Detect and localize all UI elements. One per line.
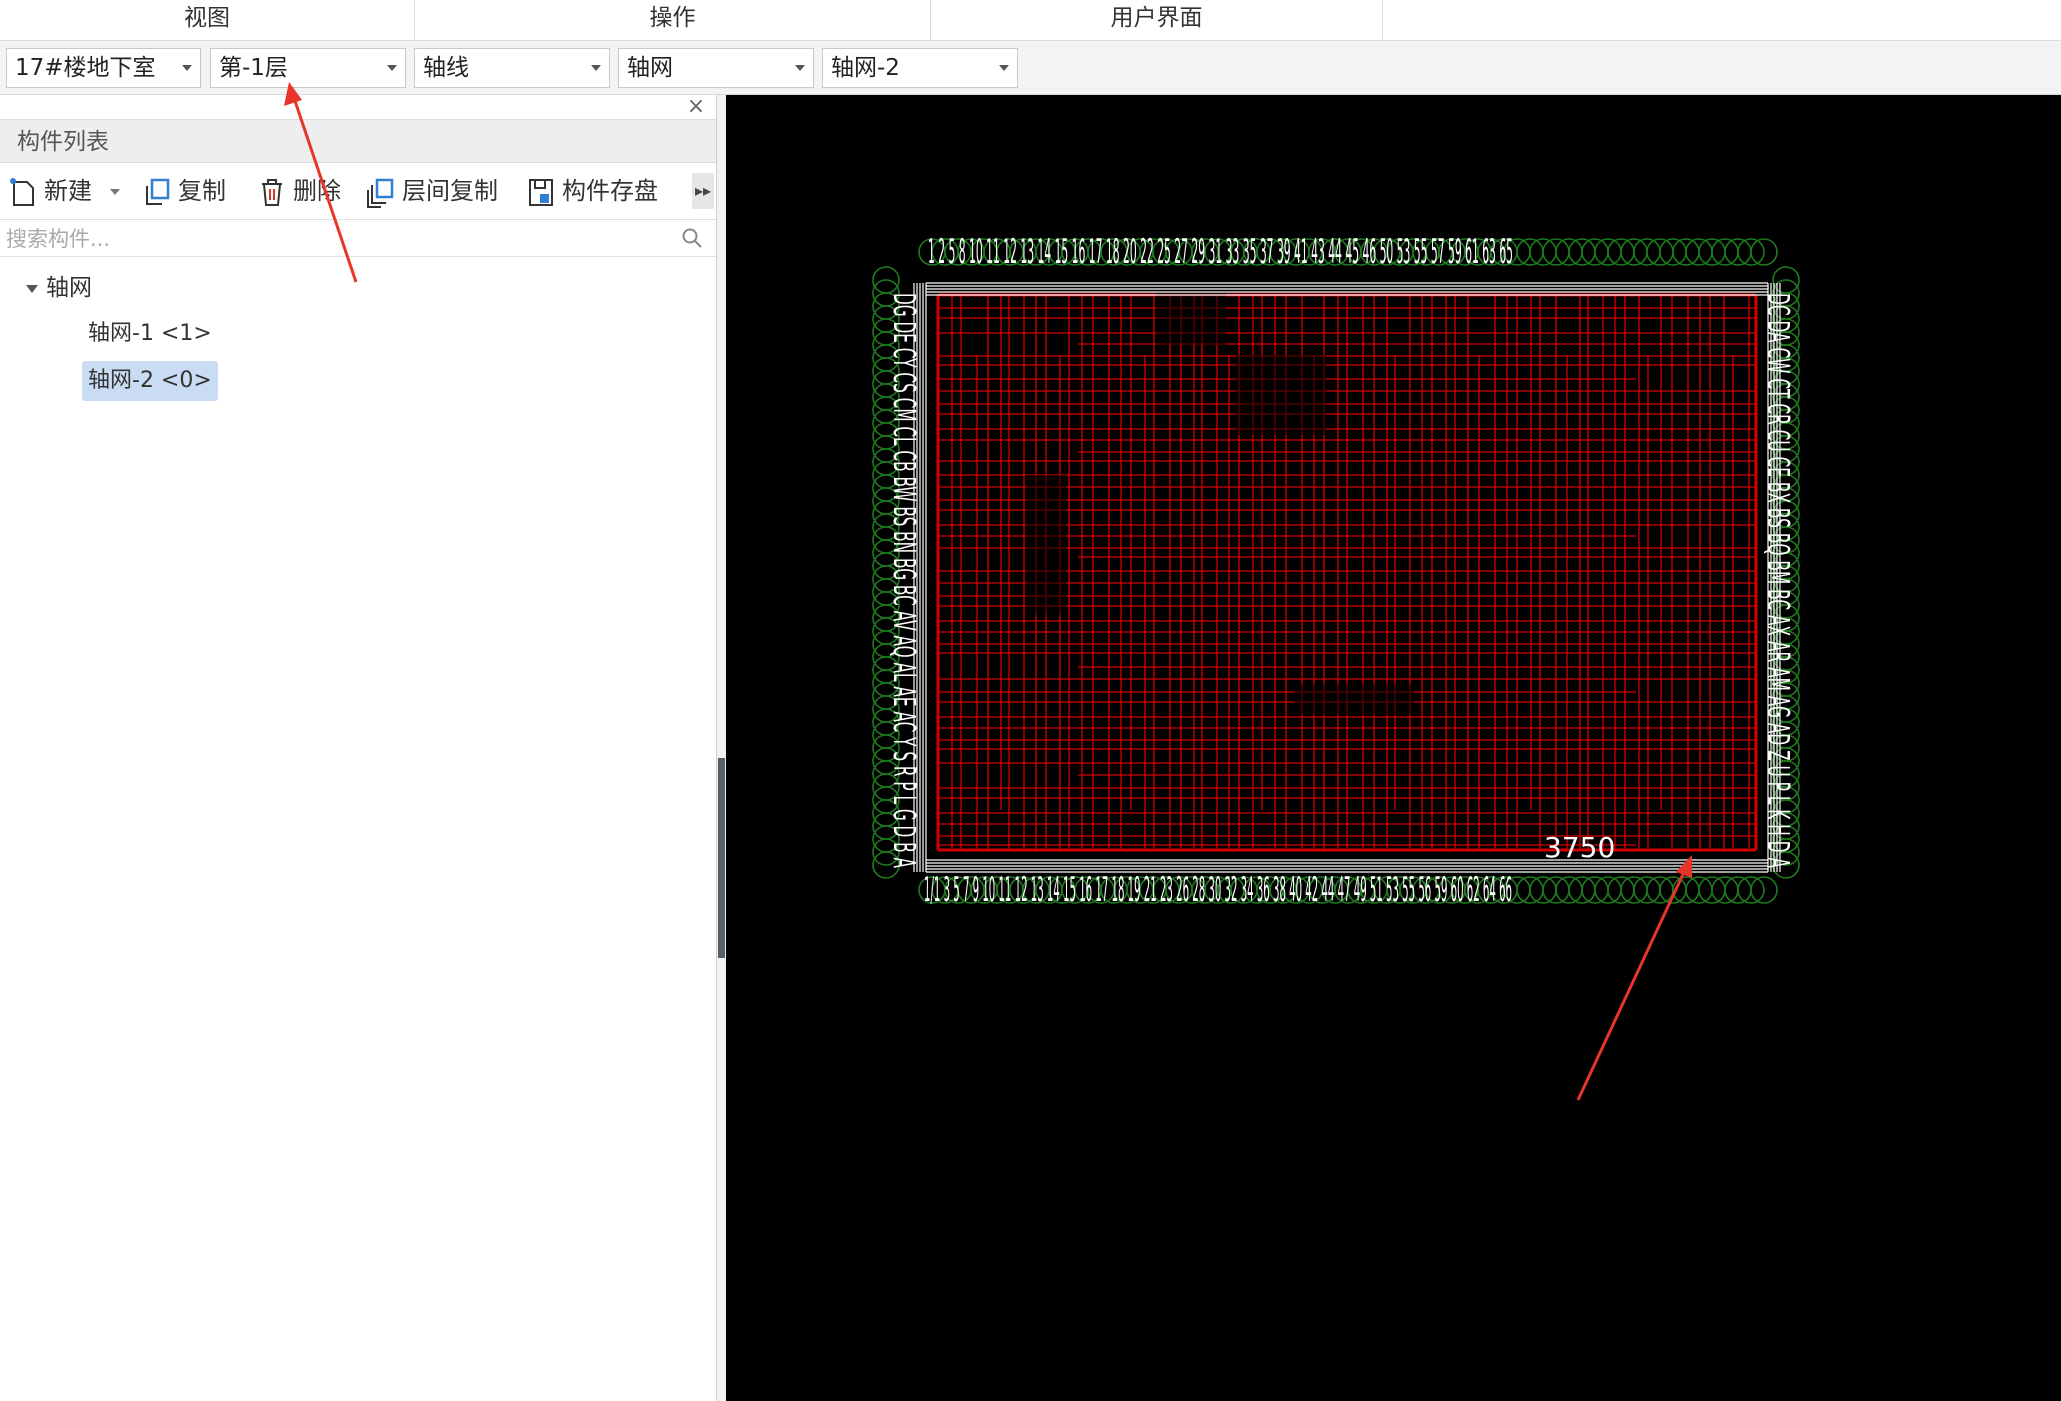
chevron-down-icon xyxy=(999,65,1009,71)
ribbon-group-headers: 视图 操作 用户界面 xyxy=(0,0,2061,41)
splitter-handle[interactable] xyxy=(718,758,725,958)
panel-title: 构件列表 xyxy=(0,119,716,163)
toolbar-overflow-button[interactable]: ▸▸ xyxy=(692,173,714,209)
floor-copy-icon xyxy=(367,178,394,208)
drawing-canvas[interactable]: 1 2 5 8 10 11 12 13 14 15 16 17 18 20 22… xyxy=(726,95,2061,1401)
chevron-down-icon xyxy=(182,65,192,71)
tree-node-label: 轴网 xyxy=(46,275,92,301)
save-component-button[interactable]: 构件存盘 xyxy=(526,171,658,211)
close-icon[interactable]: × xyxy=(686,96,706,118)
panel-splitter[interactable] xyxy=(717,95,726,1401)
ribbon-group-operations[interactable]: 操作 xyxy=(415,0,931,40)
tree-item-axis-grid-1[interactable]: 轴网-1 <1> xyxy=(82,314,218,354)
copy-button-label: 复制 xyxy=(178,177,226,205)
component-list-panel: × 构件列表 新建 复制 删除 层间复制 构件存盘 ▸▸ 搜索构件... 轴网 … xyxy=(0,95,717,1401)
type-dropdown[interactable]: 轴网 xyxy=(618,48,814,88)
floor-dropdown[interactable]: 第-1层 xyxy=(210,48,406,88)
copy-button[interactable]: 复制 xyxy=(142,171,226,211)
save-component-button-label: 构件存盘 xyxy=(562,177,658,205)
chevron-down-icon xyxy=(591,65,601,71)
chevron-down-icon[interactable] xyxy=(109,189,120,195)
grid-void xyxy=(1236,355,1326,435)
left-axis-labels: DG DE CY CS CM CL CB BW BS BN BG BC AV A… xyxy=(886,293,921,868)
tree-item-axis-grid-2[interactable]: 轴网-2 <0> xyxy=(82,361,218,401)
grid-void xyxy=(1294,685,1414,715)
copy-icon xyxy=(146,178,170,205)
right-axis-labels: DC DA CW CT CR CU CE BX BS BQ BM BC AX A… xyxy=(1760,293,1795,868)
ribbon-group-view[interactable]: 视图 xyxy=(0,0,415,40)
panel-toolbar: 新建 复制 删除 层间复制 构件存盘 ▸▸ xyxy=(0,165,716,217)
type-dropdown-value: 轴网 xyxy=(627,55,673,81)
ribbon-group-user-interface[interactable]: 用户界面 xyxy=(931,0,1383,40)
building-dropdown-value: 17#楼地下室 xyxy=(15,55,156,81)
search-input[interactable] xyxy=(4,223,668,255)
save-component-icon xyxy=(529,179,553,206)
bottom-axis-labels: 1/1 3 5 7 9 10 11 12 13 14 15 16 17 18 1… xyxy=(924,870,1512,910)
floor-copy-button[interactable]: 层间复制 xyxy=(366,171,498,211)
search-icon[interactable] xyxy=(680,226,704,250)
grid-void xyxy=(1156,285,1226,345)
category-dropdown[interactable]: 轴线 xyxy=(414,48,610,88)
floor-dropdown-value: 第-1层 xyxy=(219,55,288,81)
component-dropdown-value: 轴网-2 xyxy=(831,55,900,81)
selector-bar: 17#楼地下室 第-1层 轴线 轴网 轴网-2 xyxy=(0,41,2061,95)
delete-button[interactable]: 删除 xyxy=(257,171,341,211)
new-button-label: 新建 xyxy=(44,177,92,205)
chevron-down-icon xyxy=(795,65,805,71)
delete-button-label: 删除 xyxy=(293,177,341,205)
top-axis-labels: 1 2 5 8 10 11 12 13 14 15 16 17 18 20 22… xyxy=(928,232,1513,272)
floor-copy-button-label: 层间复制 xyxy=(402,177,498,205)
expand-caret-icon[interactable] xyxy=(26,284,38,293)
category-dropdown-value: 轴线 xyxy=(423,55,469,81)
dimension-label: 3750 xyxy=(1544,831,1615,864)
chevron-down-icon xyxy=(387,65,397,71)
axis-grid-lines xyxy=(936,285,1758,852)
tree-node-axis-grid[interactable]: 轴网 xyxy=(26,271,92,305)
new-document-icon xyxy=(10,178,34,206)
building-dropdown[interactable]: 17#楼地下室 xyxy=(6,48,201,88)
axis-grid-drawing[interactable]: 1 2 5 8 10 11 12 13 14 15 16 17 18 20 22… xyxy=(726,95,2061,1401)
new-button[interactable]: 新建 xyxy=(8,171,120,211)
component-dropdown[interactable]: 轴网-2 xyxy=(822,48,1018,88)
trash-icon xyxy=(262,179,282,206)
search-bar xyxy=(0,219,716,257)
grid-void xyxy=(1026,475,1066,615)
